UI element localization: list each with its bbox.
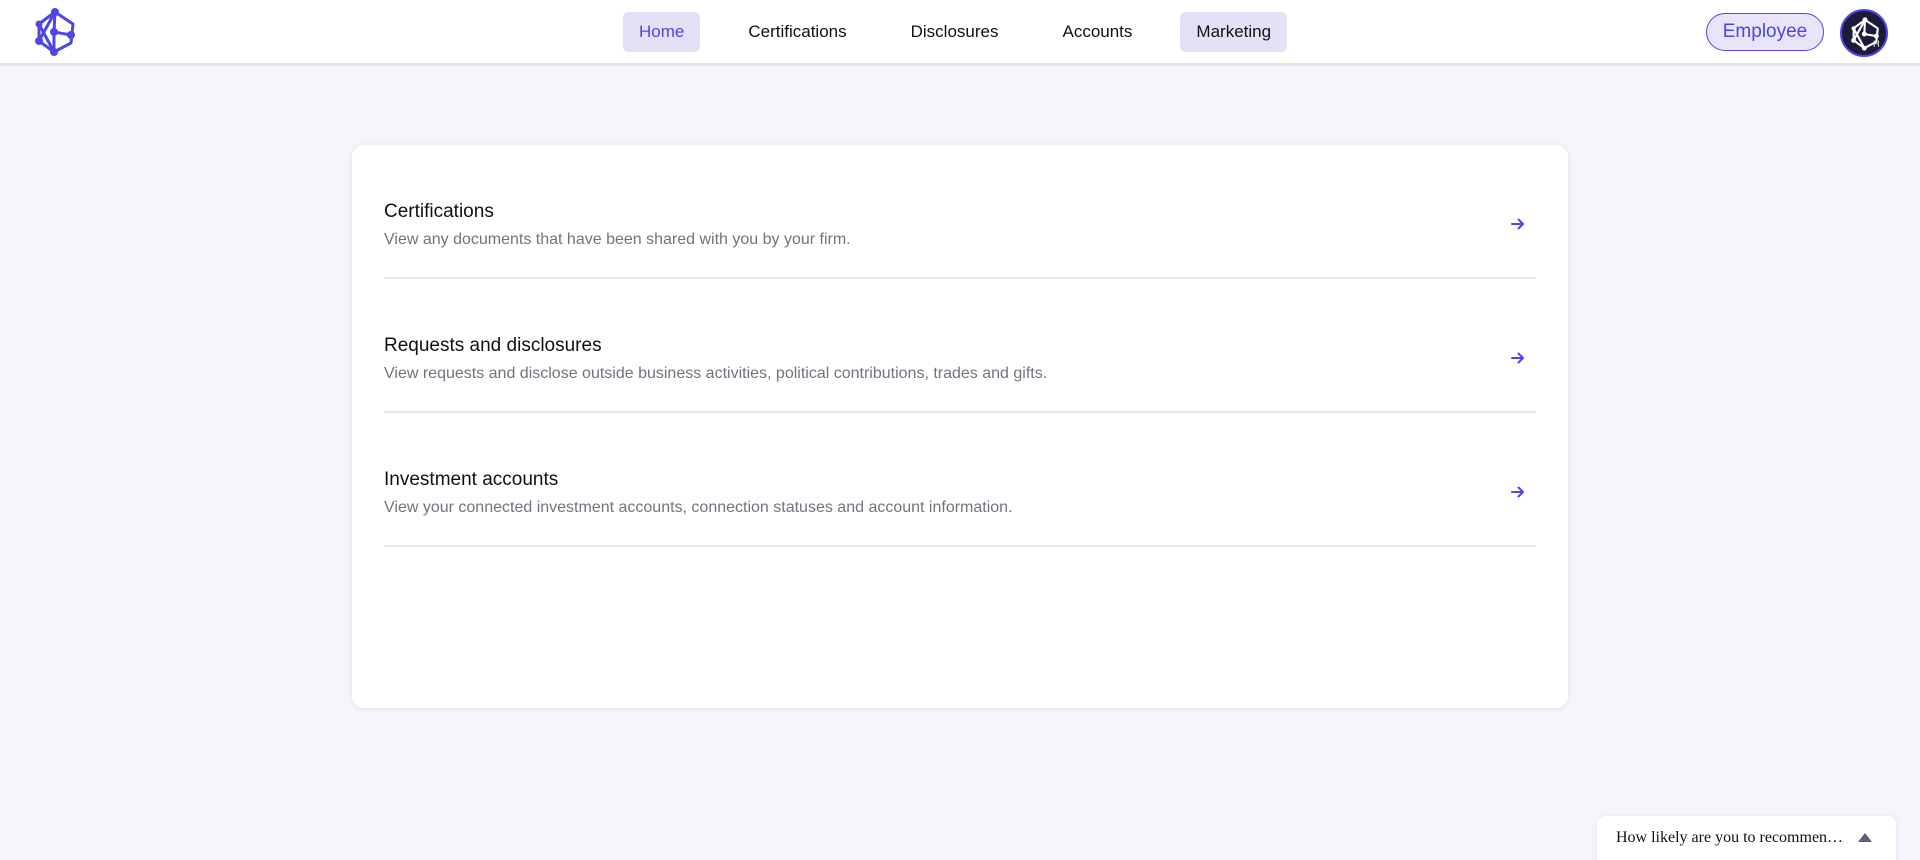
item-title: Certifications xyxy=(384,201,494,222)
role-badge[interactable]: Employee xyxy=(1706,13,1824,51)
nav-item-certifications[interactable]: Certifications xyxy=(732,12,862,52)
nav-item-home[interactable]: Home xyxy=(623,12,701,52)
nav-item-marketing[interactable]: Marketing xyxy=(1180,12,1288,52)
logo-icon[interactable] xyxy=(32,8,78,56)
home-card: Certifications View any documents that h… xyxy=(352,145,1568,708)
list-item-certifications[interactable]: Certifications View any documents that h… xyxy=(384,145,1536,279)
avatar-letter: H xyxy=(1873,39,1880,49)
item-description: View any documents that have been shared… xyxy=(384,231,851,248)
caret-up-icon[interactable] xyxy=(1858,833,1872,842)
main-nav: Home Certifications Disclosures Accounts… xyxy=(623,12,1288,52)
list-item-requests-disclosures[interactable]: Requests and disclosures View requests a… xyxy=(384,279,1536,413)
nav-item-disclosures[interactable]: Disclosures xyxy=(895,12,1015,52)
item-title: Investment accounts xyxy=(384,469,559,490)
top-navigation-bar: Home Certifications Disclosures Accounts… xyxy=(0,0,1920,64)
arrow-right-icon[interactable] xyxy=(1510,484,1526,500)
survey-widget[interactable]: How likely are you to recommen… xyxy=(1597,816,1896,860)
item-title: Requests and disclosures xyxy=(384,335,602,356)
survey-question: How likely are you to recommen… xyxy=(1616,829,1844,846)
item-description: View your connected investment accounts,… xyxy=(384,499,1013,516)
item-description: View requests and disclose outside busin… xyxy=(384,365,1048,382)
nav-item-accounts[interactable]: Accounts xyxy=(1046,12,1148,52)
user-avatar[interactable]: H xyxy=(1840,9,1888,57)
arrow-right-icon[interactable] xyxy=(1510,350,1526,366)
arrow-right-icon[interactable] xyxy=(1510,216,1526,232)
list-item-investment-accounts[interactable]: Investment accounts View your connected … xyxy=(384,413,1536,547)
